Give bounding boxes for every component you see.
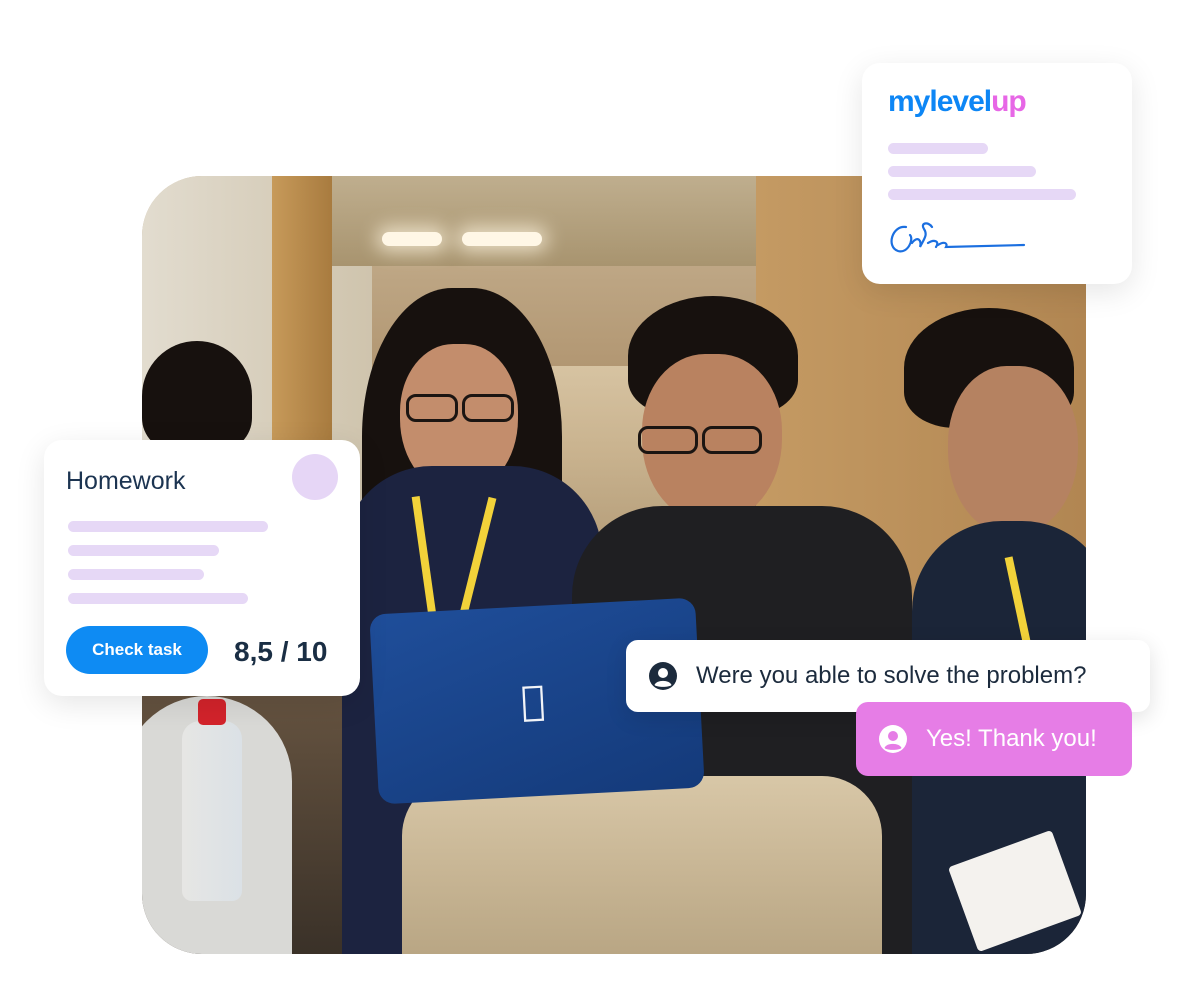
chat-message-answer: Yes! Thank you! — [856, 702, 1132, 776]
placeholder-line — [68, 593, 248, 604]
signature-icon — [890, 222, 1026, 253]
avatar-placeholder — [292, 454, 338, 500]
homework-title: Homework — [66, 467, 186, 495]
brand-logo: mylevelup — [888, 85, 1027, 119]
chat-message-text: Yes! Thank you! — [926, 725, 1097, 752]
check-task-button[interactable]: Check task — [66, 626, 208, 674]
photo-legs — [402, 776, 882, 954]
placeholder-line — [68, 545, 219, 556]
placeholder-line — [68, 569, 204, 580]
placeholder-line — [888, 166, 1036, 177]
glasses — [702, 426, 762, 454]
user-circle-icon — [879, 725, 907, 753]
glasses — [462, 394, 514, 422]
bottle-cap — [198, 699, 226, 725]
homework-score: 8,5 / 10 — [234, 636, 328, 667]
photo-ceiling-light — [462, 232, 542, 246]
water-bottle — [182, 699, 242, 901]
placeholder-line — [888, 143, 988, 154]
student-hair — [142, 341, 252, 451]
brand-card: mylevelup — [862, 63, 1132, 284]
student-right-face — [948, 366, 1078, 536]
user-circle-icon — [649, 662, 677, 690]
placeholder-line — [888, 189, 1076, 200]
homework-card: Homework Check task 8,5 / 10 — [44, 440, 360, 696]
placeholder-line — [68, 521, 268, 532]
brand-logo-part: up — [991, 85, 1027, 118]
photo-ceiling-light — [382, 232, 442, 246]
chat-message-text: Were you able to solve the problem? — [696, 662, 1087, 689]
brand-logo-part: mylevel — [888, 85, 992, 118]
apple-logo-icon:  — [520, 678, 546, 725]
glasses — [638, 426, 698, 454]
glasses — [406, 394, 458, 422]
